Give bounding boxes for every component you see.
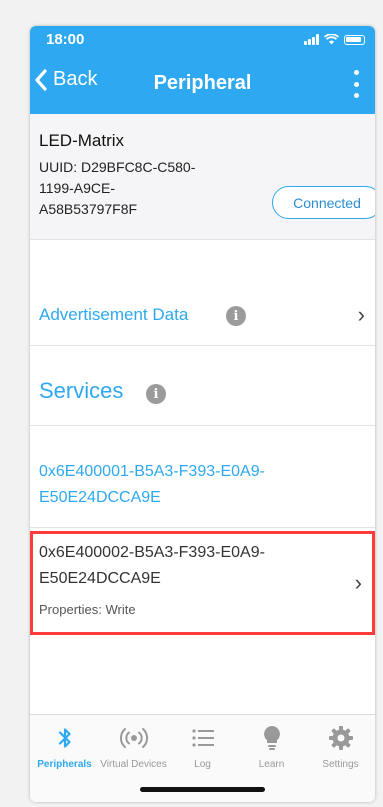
battery-icon [344, 34, 365, 45]
advertisement-data-label: Advertisement Data [39, 305, 189, 324]
tab-virtual-devices[interactable]: Virtual Devices [99, 715, 168, 785]
advertisement-data-row[interactable]: Advertisement Data i › [30, 270, 375, 346]
tab-learn[interactable]: Learn [237, 715, 306, 785]
status-bar: 18:00 [30, 26, 375, 56]
service-row-highlighted[interactable]: 0x6E400002-B5A3-F393-E0A9-E50E24DCCA9E P… [30, 531, 375, 635]
service-row[interactable]: 0x6E400001-B5A3-F393-E0A9-E50E24DCCA9E [30, 426, 375, 528]
info-icon[interactable]: i [226, 306, 246, 326]
wifi-icon [324, 34, 339, 45]
services-header: Services i [30, 346, 375, 426]
device-card: LED-Matrix UUID: D29BFC8C-C580-1199-A9CE… [30, 114, 375, 240]
more-options-button[interactable] [351, 70, 361, 98]
chevron-right-icon: › [354, 570, 362, 595]
gear-icon [306, 723, 375, 753]
tab-settings[interactable]: Settings [306, 715, 375, 785]
nav-bar: Back Peripheral [30, 56, 375, 114]
more-dot-icon [353, 81, 359, 87]
info-icon[interactable]: i [146, 384, 166, 404]
tab-label: Settings [322, 759, 359, 770]
tab-peripherals[interactable]: Peripherals [30, 715, 99, 785]
broadcast-icon [99, 723, 168, 753]
more-dot-icon [353, 93, 359, 98]
service-properties: Properties: Write [39, 602, 136, 617]
status-icons [304, 34, 365, 45]
service-uuid: 0x6E400002-B5A3-F393-E0A9-E50E24DCCA9E [39, 544, 265, 587]
services-title: Services [39, 378, 124, 403]
home-indicator[interactable] [140, 787, 265, 792]
device-uuid: UUID: D29BFC8C-C580-1199-A9CE-A58B53797F… [39, 159, 196, 217]
tab-log[interactable]: Log [168, 715, 237, 785]
phone-screen: 18:00 Back Peripheral LED-Matrix UUID: D… [30, 26, 375, 802]
service-uuid: 0x6E400001-B5A3-F393-E0A9-E50E24DCCA9E [39, 463, 265, 506]
lightbulb-icon [237, 723, 306, 753]
status-time: 18:00 [46, 31, 85, 48]
device-name: LED-Matrix [39, 131, 125, 150]
tab-bar: Peripherals Virtual Devices Log Learn Se… [30, 714, 375, 802]
page-title: Peripheral [153, 72, 252, 94]
list-icon [168, 723, 237, 753]
more-dot-icon [353, 70, 359, 75]
connection-status-button[interactable]: Connected [272, 186, 375, 219]
chevron-right-icon: › [357, 302, 365, 327]
signal-icon [304, 34, 319, 45]
bluetooth-icon [30, 723, 99, 753]
